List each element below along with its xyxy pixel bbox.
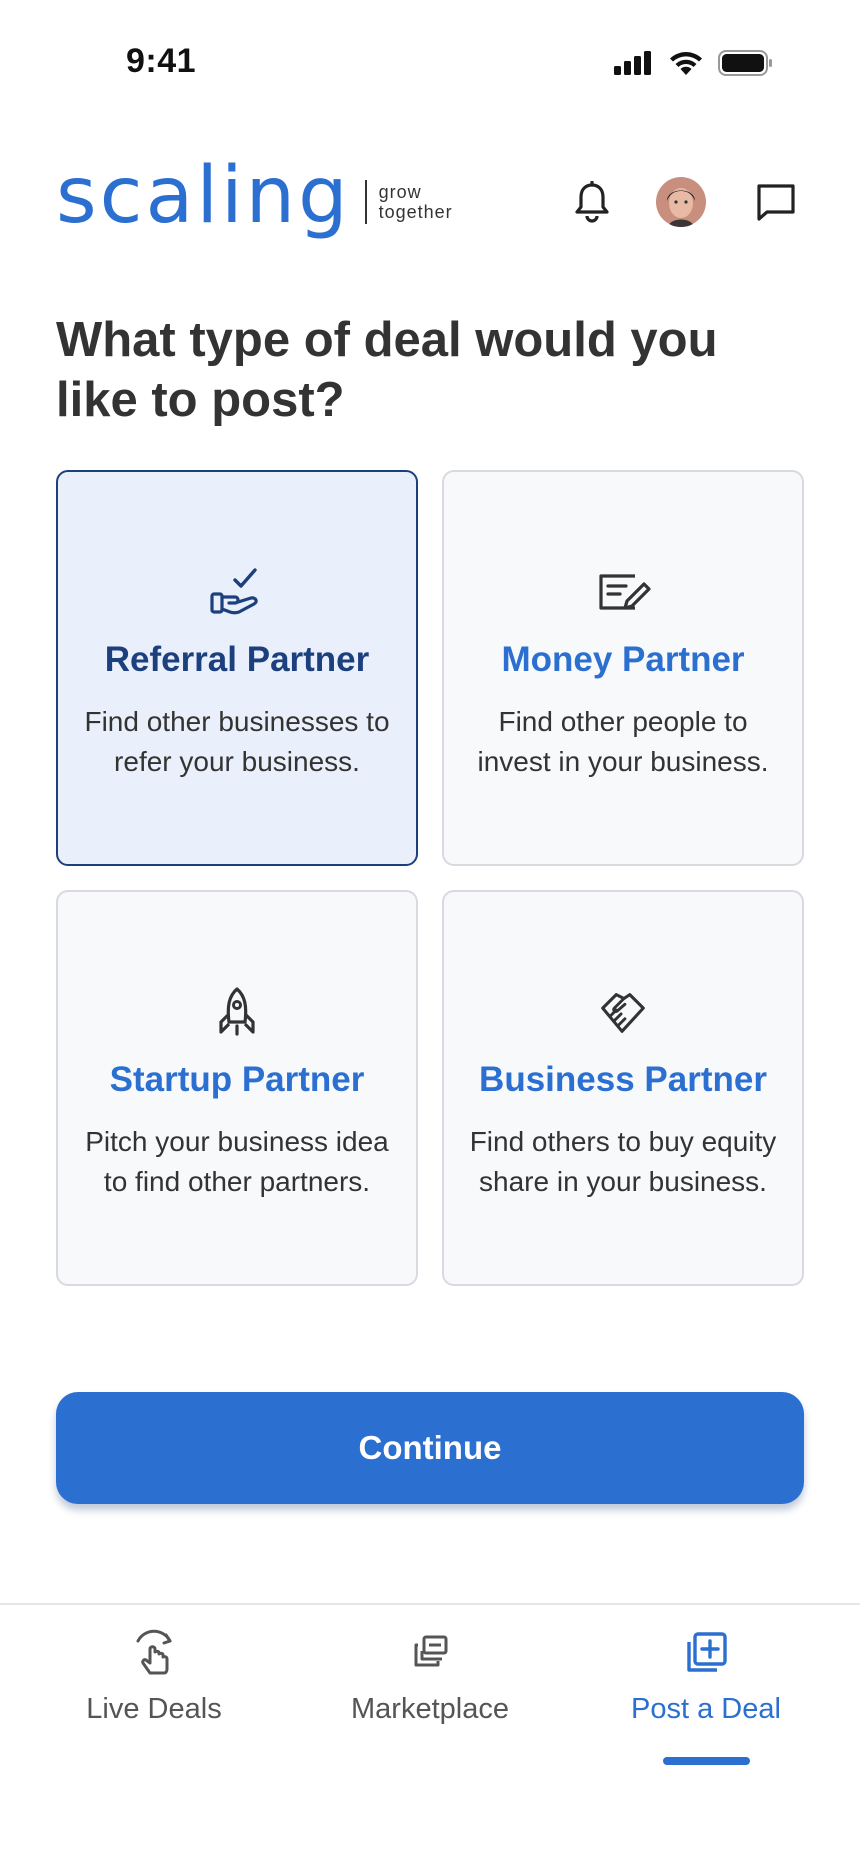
battery-icon [718,50,774,81]
bottom-nav: Live Deals Marketplace Post a Deal [0,1603,860,1870]
tagline-line-1: grow [378,182,422,202]
page-title: What type of deal would you like to post… [56,313,718,427]
continue-button[interactable]: Continue [56,1392,804,1504]
wifi-icon [668,50,704,81]
live-deals-icon [126,1625,182,1681]
status-icons [614,50,774,81]
deal-card-description: Find other people to invest in your busi… [477,706,769,777]
tagline-line-2: together [378,202,453,222]
deal-card-referral-partner[interactable]: Referral Partner Find other businesses t… [56,470,418,866]
hand-check-icon [209,564,265,620]
chat-icon[interactable] [748,174,804,230]
logo-tagline: grow together [379,182,453,222]
bell-icon[interactable] [564,174,620,230]
deal-card-startup-partner[interactable]: Startup Partner Pitch your business idea… [56,890,418,1286]
cellular-signal-icon [614,51,654,80]
post-deal-icon [678,1625,734,1681]
marketplace-icon [402,1625,458,1681]
signed-document-icon [595,564,651,620]
deal-card-business-partner[interactable]: Business Partner Find others to buy equi… [442,890,804,1286]
logo-wordmark: scaling [56,151,351,241]
deal-type-grid: Referral Partner Find other businesses t… [56,470,804,1286]
deal-card-description: Find others to buy equity share in your … [469,1126,777,1197]
nav-label: Post a Deal [631,1693,781,1725]
status-bar: 9:41 [0,0,860,120]
deal-card-title: Money Partner [501,640,745,679]
logo-divider [364,180,367,224]
scaling-logo[interactable]: scaling grow together [56,151,453,244]
app-header: scaling grow together [56,151,804,244]
nav-item-post-a-deal[interactable]: Post a Deal [566,1625,846,1726]
nav-item-marketplace[interactable]: Marketplace [290,1625,570,1726]
header-actions [564,174,804,230]
rocket-icon [209,984,265,1040]
deal-card-title: Business Partner [479,1060,767,1099]
deal-card-description: Pitch your business idea to find other p… [85,1126,389,1197]
active-tab-indicator [663,1757,750,1765]
nav-label: Marketplace [351,1693,509,1725]
deal-card-title: Referral Partner [104,640,370,679]
deal-card-money-partner[interactable]: Money Partner Find other people to inves… [442,470,804,866]
handshake-icon [595,984,651,1040]
status-time: 9:41 [126,42,197,80]
deal-card-description: Find other businesses to refer your busi… [84,706,390,777]
deal-card-title: Startup Partner [109,1060,365,1099]
nav-label: Live Deals [86,1693,222,1725]
avatar[interactable] [656,177,706,227]
nav-item-live-deals[interactable]: Live Deals [14,1625,294,1726]
